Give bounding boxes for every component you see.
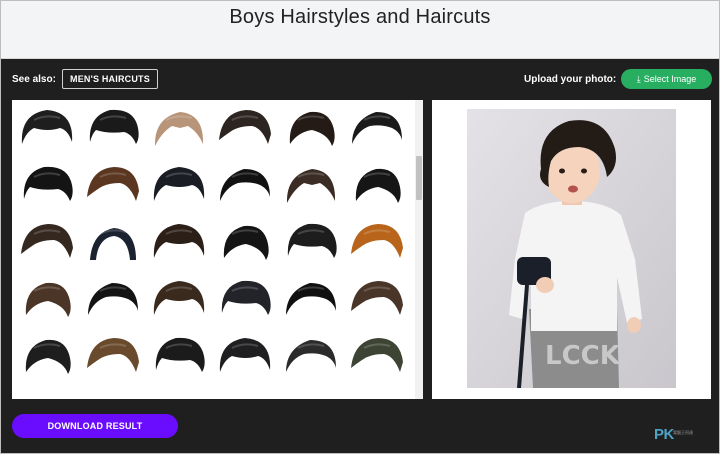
hairstyle-thumbnail[interactable] bbox=[18, 161, 76, 207]
hairstyle-image bbox=[89, 109, 139, 144]
app-window: Boys Hairstyles and Haircuts See also: M… bbox=[0, 0, 720, 454]
hairstyle-image bbox=[286, 169, 336, 203]
hairstyle-thumbnail[interactable] bbox=[282, 161, 340, 207]
hairstyle-image bbox=[289, 111, 335, 146]
header: Boys Hairstyles and Haircuts bbox=[1, 1, 719, 59]
hairstyle-thumbnail[interactable] bbox=[18, 104, 76, 150]
hairstyle-gallery bbox=[12, 100, 423, 399]
hairstyle-image bbox=[23, 166, 73, 201]
hairstyle-thumbnail[interactable] bbox=[282, 332, 340, 378]
hairstyle-image bbox=[286, 283, 336, 315]
hairstyle-thumbnail[interactable] bbox=[84, 332, 142, 378]
hairstyle-thumbnail[interactable] bbox=[348, 104, 406, 150]
hairstyle-image bbox=[153, 167, 205, 201]
gallery-scrollbar[interactable] bbox=[415, 100, 423, 399]
hairstyle-thumbnail[interactable] bbox=[150, 332, 208, 378]
hairstyle-image bbox=[351, 338, 403, 372]
hairstyle-image bbox=[90, 228, 136, 260]
hairstyle-image bbox=[351, 281, 403, 315]
hairstyle-image bbox=[21, 110, 73, 144]
hairstyle-image bbox=[88, 283, 138, 315]
download-result-button[interactable]: DOWNLOAD RESULT bbox=[12, 414, 178, 438]
hairstyle-image bbox=[155, 337, 205, 372]
hairstyle-thumbnail[interactable] bbox=[282, 218, 340, 264]
toddler-photo: LCCK bbox=[467, 109, 676, 388]
gallery-scrollbar-thumb[interactable] bbox=[416, 156, 422, 200]
hairstyle-thumbnail[interactable] bbox=[216, 275, 274, 321]
hairstyle-thumbnail[interactable] bbox=[348, 161, 406, 207]
hairstyle-thumbnail[interactable] bbox=[282, 275, 340, 321]
hairstyle-thumbnail[interactable] bbox=[348, 218, 406, 264]
hairstyle-thumbnail[interactable] bbox=[216, 218, 274, 264]
hairstyle-image bbox=[352, 112, 402, 144]
hairstyle-image bbox=[286, 340, 336, 372]
watermark-logo: PK bbox=[654, 426, 674, 443]
hairstyle-thumbnail[interactable] bbox=[84, 275, 142, 321]
hairstyle-thumbnail[interactable] bbox=[84, 218, 142, 264]
hairstyle-thumbnail[interactable] bbox=[348, 332, 406, 378]
hairstyle-thumbnail[interactable] bbox=[216, 161, 274, 207]
hairstyle-thumbnail[interactable] bbox=[282, 104, 340, 150]
hairstyle-thumbnail[interactable] bbox=[150, 218, 208, 264]
page-title: Boys Hairstyles and Haircuts bbox=[229, 6, 491, 28]
hairstyle-thumbnail[interactable] bbox=[150, 275, 208, 321]
hairstyle-thumbnail[interactable] bbox=[150, 161, 208, 207]
hairstyle-image bbox=[87, 338, 139, 372]
select-image-label: Select Image bbox=[643, 74, 697, 84]
hairstyle-thumbnail[interactable] bbox=[216, 104, 274, 150]
hairstyle-image bbox=[25, 339, 71, 374]
upload-label: Upload your photo: bbox=[524, 74, 617, 85]
photo-preview-panel: LCCK bbox=[432, 100, 711, 399]
hairstyle-image bbox=[220, 169, 270, 201]
hairstyle-thumbnail[interactable] bbox=[348, 275, 406, 321]
download-icon: ⤓ bbox=[636, 74, 641, 84]
select-image-button[interactable]: ⤓ Select Image bbox=[621, 69, 712, 89]
hairstyle-image bbox=[154, 112, 204, 146]
hairstyle-thumbnail[interactable] bbox=[84, 104, 142, 150]
shirt-text: LCCK bbox=[545, 341, 621, 371]
hairstyle-image bbox=[355, 168, 401, 203]
hairstyle-image bbox=[223, 225, 269, 260]
hairstyle-thumbnail[interactable] bbox=[18, 275, 76, 321]
hairstyle-image bbox=[87, 167, 139, 201]
hairstyle-thumbnail[interactable] bbox=[150, 104, 208, 150]
hairstyle-thumbnail[interactable] bbox=[18, 218, 76, 264]
hairstyle-image bbox=[25, 282, 71, 317]
hairstyle-thumbnail[interactable] bbox=[216, 332, 274, 378]
hairstyle-image bbox=[153, 281, 205, 315]
watermark-subtitle: 電腦王阿達 bbox=[673, 430, 693, 435]
hairstyle-image bbox=[287, 223, 337, 258]
hairstyle-image bbox=[221, 280, 271, 315]
hairstyle-thumbnail[interactable] bbox=[18, 332, 76, 378]
see-also-label: See also: bbox=[12, 74, 56, 85]
mens-haircuts-button[interactable]: MEN'S HAIRCUTS bbox=[62, 69, 158, 89]
hairstyle-thumbnail[interactable] bbox=[84, 161, 142, 207]
site-watermark: PK 電腦王阿達 bbox=[654, 426, 694, 444]
hairstyle-image bbox=[21, 224, 73, 258]
hairstyle-image bbox=[219, 110, 271, 144]
hairstyle-image bbox=[153, 224, 205, 258]
hairstyle-image bbox=[219, 338, 271, 372]
hairstyle-image bbox=[351, 224, 403, 258]
